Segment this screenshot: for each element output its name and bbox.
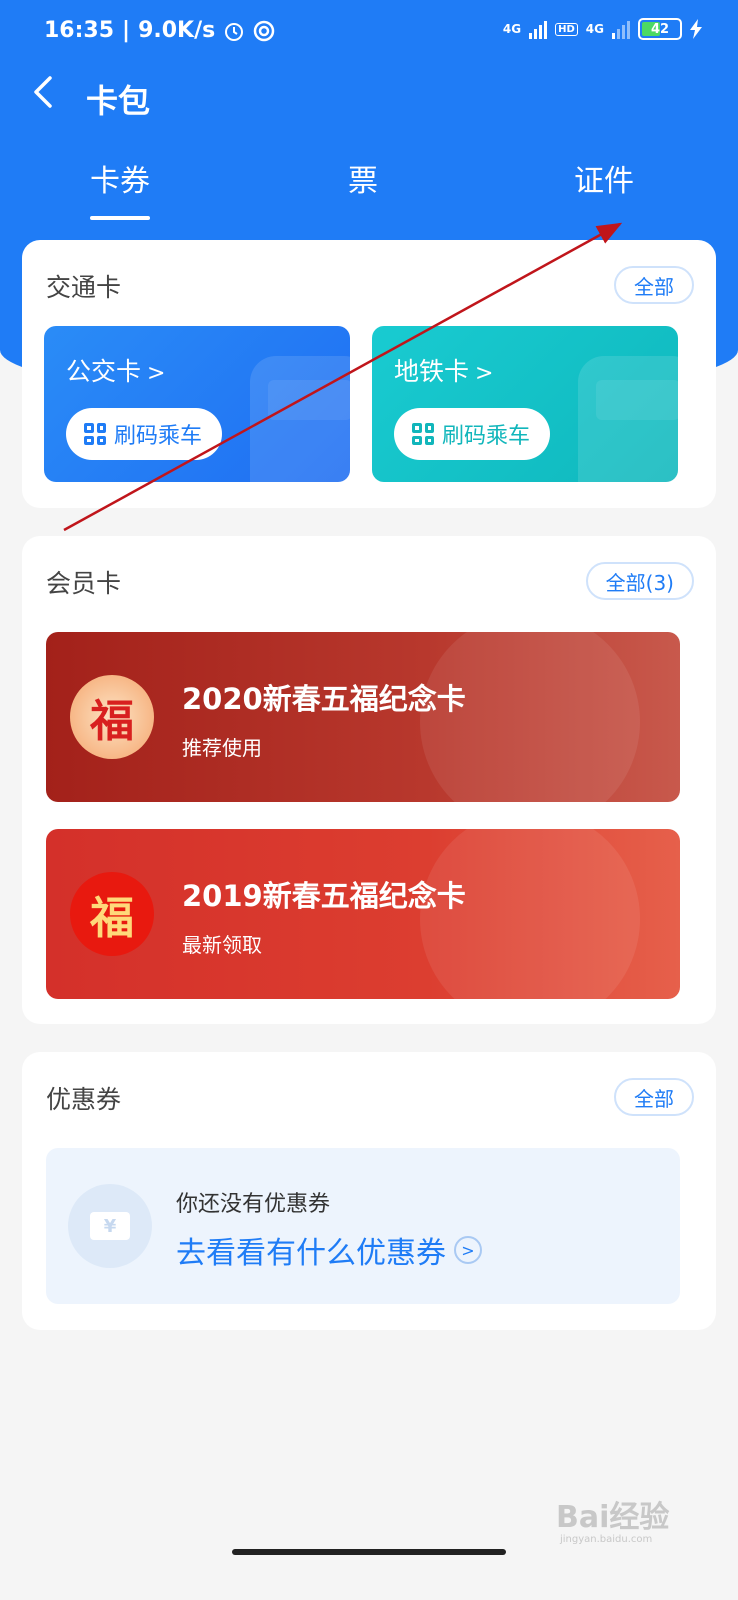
tab-certificates[interactable]: 证件 xyxy=(574,156,634,200)
coupon-empty-text: 你还没有优惠券 xyxy=(176,1192,331,1217)
coupon-all-button[interactable]: 全部 xyxy=(614,1078,694,1116)
hd-badge: HD xyxy=(555,22,578,36)
watermark-url: jingyan.baidu.com xyxy=(560,1534,653,1545)
sync-icon xyxy=(253,20,275,41)
status-separator: | xyxy=(122,18,131,43)
metro-card-label: 地铁卡 xyxy=(394,357,470,386)
member-card-subtitle: 推荐使用 xyxy=(182,736,262,760)
metro-scan-button[interactable]: 刷码乘车 xyxy=(394,408,551,460)
member-card-title: 2020新春五福纪念卡 xyxy=(182,682,466,716)
chevron-right-icon: > xyxy=(147,361,166,386)
coupon-panel: 优惠券 全部 ¥ 你还没有优惠券 去看看有什么优惠券 > xyxy=(22,1052,716,1330)
membership-all-button[interactable]: 全部(3) xyxy=(585,562,694,600)
signal-icon xyxy=(529,19,548,39)
tab-bar: 卡券 票 证件 xyxy=(0,148,738,220)
metro-scan-label: 刷码乘车 xyxy=(442,424,531,449)
status-bar: 16:35 | 9.0K/s 4G HD 4G 42 xyxy=(0,0,738,64)
qr-code-icon xyxy=(412,423,434,445)
network-type-label-2: 4G xyxy=(585,22,604,36)
chevron-left-icon xyxy=(34,76,52,108)
transit-card-panel: 交通卡 全部 公交卡 > 刷码乘车 地铁卡 > 刷码乘车 xyxy=(22,240,716,508)
battery-percent: 42 xyxy=(650,21,670,37)
coupon-section-title: 优惠券 xyxy=(46,1085,122,1114)
coupon-icon: ¥ xyxy=(68,1184,152,1268)
yuan-ticket-icon: ¥ xyxy=(90,1212,130,1240)
bus-watermark-icon xyxy=(250,356,350,482)
circle-chevron-right-icon: > xyxy=(454,1236,482,1264)
coupon-empty-box: ¥ 你还没有优惠券 去看看有什么优惠券 > xyxy=(46,1148,680,1304)
navigation-bar: 卡包 xyxy=(0,64,738,134)
tab-coupons[interactable]: 卡券 xyxy=(90,156,150,220)
bus-card-name[interactable]: 公交卡 > xyxy=(66,352,165,388)
baidu-watermark: Bai经验 jingyan.baidu.com xyxy=(556,1492,669,1545)
bus-card-label: 公交卡 xyxy=(66,357,142,386)
fu-icon: 福 xyxy=(70,675,154,759)
signal-icon-2 xyxy=(612,19,630,39)
bus-scan-button[interactable]: 刷码乘车 xyxy=(66,408,223,460)
browse-coupons-link[interactable]: 去看看有什么优惠券 > xyxy=(176,1228,482,1272)
member-card-title: 2019新春五福纪念卡 xyxy=(182,879,466,913)
status-right: 4G HD 4G 42 xyxy=(503,18,702,40)
charging-icon xyxy=(690,19,702,39)
page-title: 卡包 xyxy=(86,82,151,120)
member-card-2019[interactable]: 福 2019新春五福纪念卡 最新领取 xyxy=(46,829,680,999)
bus-card[interactable]: 公交卡 > 刷码乘车 xyxy=(44,326,350,482)
status-time: 16:35 xyxy=(44,18,115,43)
home-indicator[interactable] xyxy=(232,1549,506,1555)
status-left: 16:35 | 9.0K/s xyxy=(44,18,275,43)
battery-icon: 42 xyxy=(638,18,682,40)
alarm-icon xyxy=(225,22,244,41)
qr-code-icon xyxy=(84,423,106,445)
fu-icon: 福 xyxy=(70,872,154,956)
tab-tickets[interactable]: 票 xyxy=(348,156,378,200)
membership-card-panel: 会员卡 全部(3) 福 2020新春五福纪念卡 推荐使用 福 2019新春五福纪… xyxy=(22,536,716,1024)
metro-card[interactable]: 地铁卡 > 刷码乘车 xyxy=(372,326,678,482)
bus-scan-label: 刷码乘车 xyxy=(114,424,203,449)
watermark-brand: Bai经验 xyxy=(556,1500,670,1535)
metro-watermark-icon xyxy=(578,356,678,482)
network-type-label: 4G xyxy=(502,22,522,36)
back-button[interactable] xyxy=(28,72,68,122)
transit-section-title: 交通卡 xyxy=(46,273,122,302)
member-card-subtitle: 最新领取 xyxy=(182,933,262,957)
browse-coupons-label: 去看看有什么优惠券 xyxy=(176,1236,446,1271)
status-speed: 9.0K/s xyxy=(138,18,216,43)
chevron-right-icon: > xyxy=(475,361,494,386)
membership-section-title: 会员卡 xyxy=(46,569,122,598)
transit-all-button[interactable]: 全部 xyxy=(614,266,694,304)
metro-card-name[interactable]: 地铁卡 > xyxy=(394,352,493,388)
member-card-2020[interactable]: 福 2020新春五福纪念卡 推荐使用 xyxy=(46,632,680,802)
